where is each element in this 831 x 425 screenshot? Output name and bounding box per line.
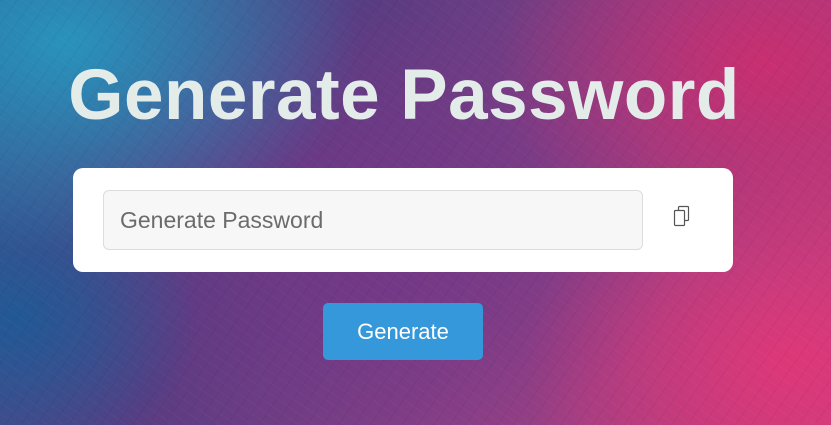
copy-button[interactable] [667,202,697,232]
password-card [73,168,733,272]
password-field[interactable] [103,190,643,250]
copy-icon [673,205,690,227]
page-title: Generate Password [68,56,740,135]
generate-button[interactable]: Generate [323,303,483,360]
